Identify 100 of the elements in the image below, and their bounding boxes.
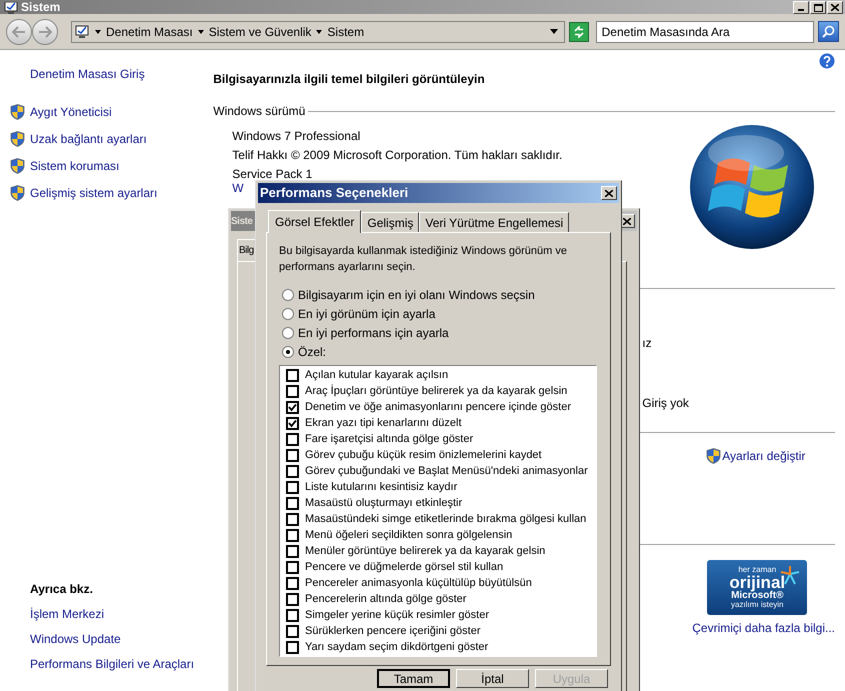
change-settings-link[interactable]: Ayarları değiştir (722, 447, 806, 465)
partial-text: Giriş yok (642, 396, 690, 410)
effect-label: Menü öğeleri seçildikten sonra gölgelensin (305, 528, 512, 543)
see-also-link[interactable]: Windows Update (30, 630, 202, 648)
computer-icon (4, 2, 18, 14)
edition-text: Windows 7 Professional (232, 129, 362, 143)
radio-button[interactable] (282, 308, 294, 320)
effect-label: Liste kutularını kesintisiz kaydır (305, 480, 458, 495)
back-button[interactable] (6, 18, 32, 44)
checkbox[interactable] (286, 544, 299, 558)
checkbox[interactable] (286, 464, 299, 478)
right-arrow-icon (38, 26, 52, 38)
checkbox[interactable] (286, 560, 299, 574)
radio-button[interactable] (282, 326, 294, 338)
checkbox[interactable] (286, 480, 299, 494)
more-info-link[interactable]: Çevrimiçi daha fazla bilgi... (692, 619, 835, 637)
see-also-link[interactable]: İşlem Merkezi (30, 605, 202, 623)
edition-text: Service Pack 1 (232, 167, 314, 181)
sidebar-link[interactable]: Uzak bağlantı ayarları (30, 130, 147, 148)
search-button[interactable] (818, 21, 840, 42)
see-also-link[interactable]: Performans Bilgileri ve Araçları (30, 655, 202, 673)
effect-label: Sürüklerken pencere içeriğini göster (305, 624, 480, 639)
close-button[interactable] (601, 186, 617, 200)
dialog-title: Performans Seçenekleri (260, 184, 408, 202)
badge-text: yazılımı isteyin (731, 601, 784, 609)
sidebar-link[interactable]: Gelişmiş sistem ayarları (30, 184, 158, 202)
sidebar-link[interactable]: Sistem koruması (30, 157, 120, 175)
checkbox[interactable] (286, 576, 299, 590)
maximize-button[interactable] (810, 1, 826, 14)
refresh-button[interactable] (568, 22, 589, 42)
close-button[interactable] (827, 1, 843, 14)
dialog-title: Siste (231, 214, 252, 228)
genuine-badge[interactable]: her zaman orijinal Microsoft® yazılımı isteyin (707, 560, 808, 615)
close-icon (623, 218, 631, 224)
caret-icon[interactable] (95, 30, 101, 34)
radio-label: En iyi görünüm için ayarla (298, 306, 436, 322)
minimize-button[interactable] (793, 1, 809, 14)
effect-label: Araç İpuçları görüntüye belirerek ya da kayarak gelsin (305, 384, 568, 399)
checkbox[interactable] (286, 400, 299, 414)
radio-label: Özel: (298, 344, 326, 360)
section-title: Windows sürümü (213, 103, 306, 120)
radio-button[interactable] (282, 346, 294, 358)
effect-label: Görev çubuğu küçük resim önizlemelerini kaydet (305, 448, 542, 463)
breadcrumb[interactable]: Sistem (327, 22, 364, 40)
shield-icon (10, 104, 25, 120)
checkbox[interactable] (286, 416, 299, 430)
shield-icon (10, 158, 25, 174)
left-arrow-icon (12, 26, 26, 38)
checkbox[interactable] (286, 432, 299, 446)
effect-label: Denetim ve öğe animasyonlarını pencere içinde göster (305, 400, 571, 415)
breadcrumb[interactable]: Denetim Masası (106, 22, 193, 40)
dialog-tab[interactable]: Gelişmiş (361, 212, 420, 232)
effect-label: Ekran yazı tipi kenarlarını düzelt (305, 416, 462, 431)
breadcrumb[interactable]: Sistem ve Güvenlik (208, 22, 312, 40)
computer-icon (74, 24, 90, 38)
sidebar-link[interactable]: Aygıt Yöneticisi (30, 103, 112, 121)
effect-label: Açılan kutular kayarak açılsın (305, 368, 448, 383)
page-heading: Bilgisayarınızla ilgili temel bilgileri görüntüleyin (213, 71, 486, 88)
effect-label: Pencere ve düğmelerde görsel stil kullan (305, 560, 504, 575)
checkbox[interactable] (286, 448, 299, 462)
caret-icon[interactable] (316, 30, 322, 34)
checkbox[interactable] (286, 608, 299, 622)
checkbox[interactable] (286, 368, 299, 382)
dropdown-caret-icon[interactable] (550, 29, 558, 34)
dialog-button[interactable]: İptal (456, 669, 529, 688)
help-icon[interactable] (819, 53, 835, 69)
search-field[interactable]: Denetim Masasında Ara (596, 20, 814, 42)
checkbox[interactable] (286, 512, 299, 526)
dialog-tab[interactable]: Görsel Efektler (268, 210, 362, 233)
badge-text: Microsoft® (731, 591, 784, 601)
checkbox[interactable] (286, 496, 299, 510)
edition-text: Telif Hakkı © 2009 Microsoft Corporation. Tüm hakları saklıdır. (232, 148, 564, 162)
badge-text: orijinal (729, 574, 786, 591)
refresh-icon (572, 26, 585, 38)
close-icon (831, 4, 839, 11)
effect-label: Pencereler animasyonla küçültülüp büyütülsün (305, 576, 532, 591)
effect-label: Görev çubuğundaki ve Başlat Menüsü'ndeki animasyonlar (305, 464, 588, 479)
checkbox[interactable] (286, 624, 299, 638)
checkbox[interactable] (286, 640, 299, 654)
dialog-tab[interactable]: Veri Yürütme Engellemesi (419, 212, 570, 232)
caret-icon[interactable] (198, 30, 204, 34)
checkbox[interactable] (286, 384, 299, 398)
effect-label: Masaüstü oluşturmayı etkinleştir (305, 496, 462, 511)
description-text: Bu bilgisayarda kullanmak istediğiniz Windows görünüm ve performans ayarlarını seçin. (279, 244, 568, 275)
radio-button[interactable] (282, 288, 294, 300)
sidebar-link[interactable]: Denetim Masası Giriş (10, 65, 202, 83)
partial-text: ız (642, 336, 653, 350)
address-field[interactable]: Denetim Masası Sistem ve Güvenlik Sistem (71, 20, 565, 42)
badge-text: her zaman (738, 566, 776, 574)
dialog-button[interactable]: Tamam (377, 669, 450, 688)
radio-label: Bilgisayarım için en iyi olanı Windows seçsin (298, 286, 535, 304)
checkbox[interactable] (286, 528, 299, 542)
shield-icon (706, 448, 722, 464)
search-icon (822, 25, 836, 38)
checkbox[interactable] (286, 592, 299, 606)
forward-button[interactable] (32, 18, 58, 44)
effect-label: Menüler görüntüye belirerek ya da kayarak gelsin (305, 544, 546, 559)
effect-label: Pencerelerin altında gölge göster (305, 592, 466, 607)
see-also-heading: Ayrıca bkz. (30, 581, 94, 598)
effect-label: Simgeler yerine küçük resimler göster (305, 608, 490, 623)
